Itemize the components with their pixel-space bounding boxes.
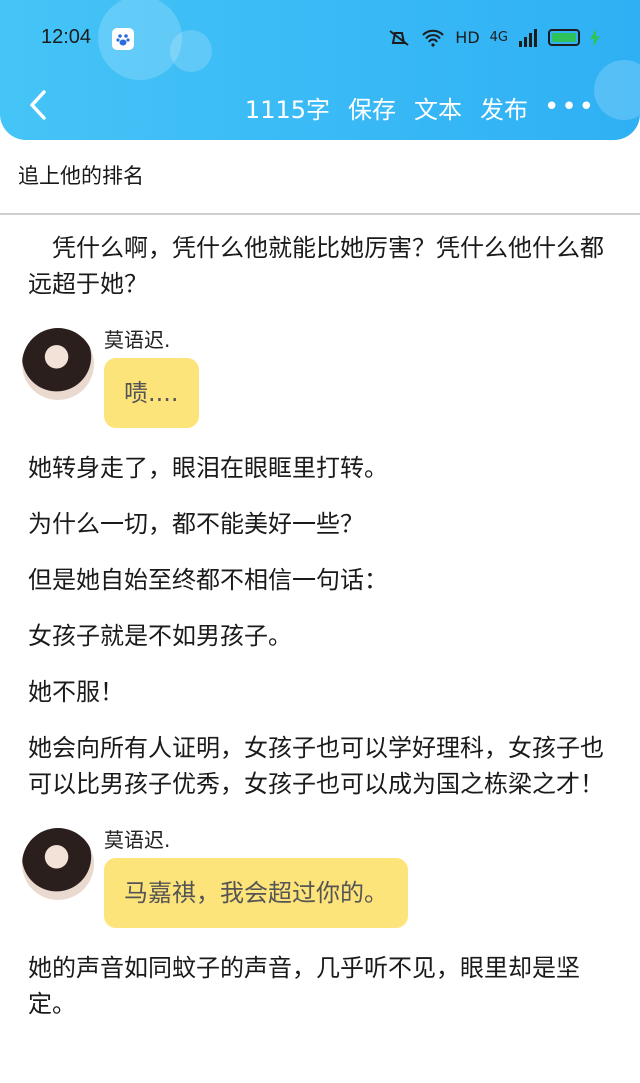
paragraph: 她的声音如同蚊子的声音，几乎听不见，眼里却是坚定。 [28,954,580,1018]
status-time: 12:04 [41,26,92,48]
top-app-bar: 12:04 HD 4G 1115字 保存 文本 发布 ••• [0,0,640,140]
back-arrow-icon[interactable] [22,88,56,122]
chat-sender-name: 莫语迟. [104,328,171,352]
chat-sender-name: 莫语迟. [104,828,171,852]
network-type: 4G [489,30,508,45]
paragraph: 女孩子就是不如男孩子。 [28,622,292,650]
editor-toolbar: 1115字 保存 文本 发布 ••• [0,84,640,130]
battery-icon [548,29,580,46]
chat-message: 莫语迟. 啧.... [22,322,618,440]
paragraph: 她转身走了，眼泪在眼眶里打转。 [28,454,388,482]
wifi-icon [422,29,444,47]
status-bar: 12:04 HD 4G [0,24,640,56]
charging-icon [590,28,600,47]
mute-vibrate-icon [389,29,409,46]
chat-message: 莫语迟. 马嘉祺，我会超过你的。 [22,822,618,940]
save-button[interactable]: 保存 [348,90,396,125]
paragraph: 为什么一切，都不能美好一些？ [28,510,364,538]
publish-button[interactable]: 发布 [480,90,528,125]
chat-bubble: 啧.... [104,358,199,428]
signal-icon [519,28,537,47]
status-icons: HD 4G [387,28,600,47]
hd-indicator: HD [455,28,480,47]
word-count: 1115字 [244,96,330,124]
chapter-title[interactable]: 追上他的排名 [18,160,144,190]
paragraph: 她会向所有人证明，女孩子也可以学好理科，女孩子也可以比男孩子优秀，女孩子也可以成… [28,734,604,798]
paragraph: 但是她自始至终都不相信一句话： [28,566,388,594]
text-button[interactable]: 文本 [414,90,462,125]
editor-content[interactable]: 凭什么啊，凭什么他就能比她厉害？凭什么他什么都远超于她？ 莫语迟. 啧.... … [22,222,618,1022]
avatar [22,328,94,400]
paragraph: 凭什么啊，凭什么他就能比她厉害？凭什么他什么都远超于她？ [28,234,604,298]
more-options-icon[interactable]: ••• [544,92,596,122]
baidu-app-icon [112,28,134,50]
paragraph: 她不服！ [28,678,124,706]
avatar [22,828,94,900]
title-divider [0,213,640,215]
chat-bubble: 马嘉祺，我会超过你的。 [104,858,408,928]
toolbar-actions: 1115字 保存 文本 发布 [245,90,528,125]
